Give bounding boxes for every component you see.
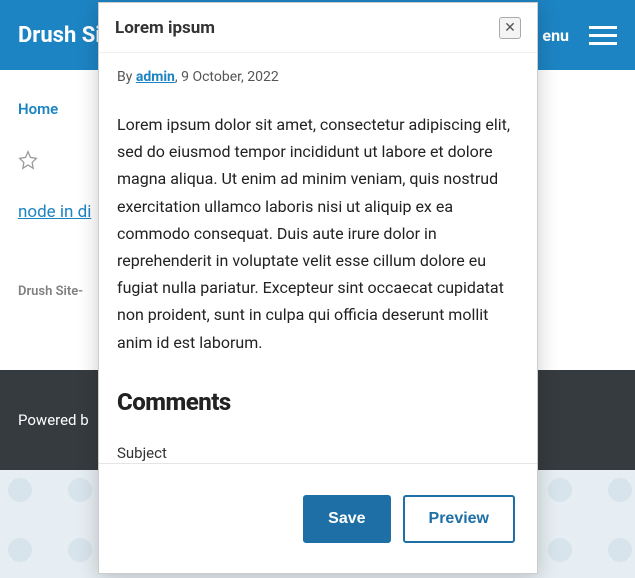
menu-label: enu [542,26,569,45]
dialog-body[interactable]: By admin, 9 October, 2022 Lorem ipsum do… [99,53,537,463]
node-link[interactable]: node in di [18,202,91,222]
byline: By admin, 9 October, 2022 [117,69,519,85]
subject-label: Subject [117,444,519,462]
by-prefix: By [117,69,136,85]
modal-dialog: Lorem ipsum ✕ By admin, 9 October, 2022 … [98,2,538,574]
powered-by: Powered b [18,411,89,429]
close-icon[interactable]: ✕ [499,17,521,39]
dialog-footer: Save Preview [99,463,537,573]
star-icon[interactable] [18,155,38,174]
comments-heading: Comments [117,388,519,416]
preview-button[interactable]: Preview [403,495,515,543]
hamburger-icon[interactable] [589,26,617,45]
body-text: Lorem ipsum dolor sit amet, consectetur … [117,111,519,356]
site-title: Drush Sit [18,23,109,48]
save-button[interactable]: Save [303,495,390,543]
dialog-header: Lorem ipsum ✕ [99,3,537,53]
post-date: 9 October, 2022 [181,69,279,85]
author-link[interactable]: admin [136,69,175,85]
topbar-right: enu [542,26,617,45]
dialog-title: Lorem ipsum [115,18,215,38]
